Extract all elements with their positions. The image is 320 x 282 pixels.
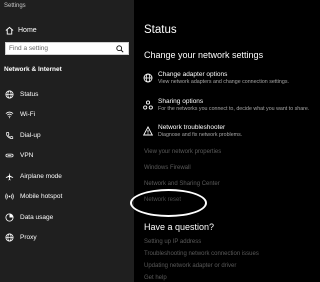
sidebar-item-label: Dial-up	[20, 131, 41, 139]
main-pane: Status Change your network settings Chan…	[134, 0, 320, 282]
wifi-icon	[4, 110, 14, 120]
sidebar-item-proxy[interactable]: Proxy	[0, 228, 134, 249]
option-title: Change adapter options	[158, 71, 228, 78]
sidebar-item-dial-up[interactable]: Dial-up	[0, 125, 134, 146]
app-title: Settings	[4, 3, 26, 9]
search-box	[5, 42, 129, 55]
sidebar-item-label: Data usage	[20, 213, 54, 221]
globe-icon	[4, 233, 14, 243]
sidebar-item-label: Wi-Fi	[20, 111, 36, 119]
help-heading: Have a question?	[144, 222, 215, 232]
adapter-icon	[142, 72, 153, 83]
sidebar-item-airplane-mode[interactable]: Airplane mode	[0, 166, 134, 187]
airplane-icon	[4, 171, 14, 181]
option-title: Network troubleshooter	[158, 124, 226, 131]
globe-icon	[4, 89, 14, 99]
option-description: View network adapters and change connect…	[158, 79, 289, 85]
sidebar-item-label: Mobile hotspot	[20, 193, 63, 201]
search-input[interactable]	[6, 43, 114, 54]
section-heading: Change your network settings	[144, 50, 264, 60]
home-nav-item[interactable]: Home	[4, 23, 130, 37]
sidebar-item-wifi[interactable]: Wi-Fi	[0, 105, 134, 126]
warning-icon	[142, 125, 153, 136]
change-adapter-options[interactable]: Change adapter options View network adap…	[142, 71, 320, 86]
sidebar-item-vpn[interactable]: VPN	[0, 146, 134, 167]
sidebar-item-label: Airplane mode	[20, 172, 62, 180]
page-title: Status	[144, 24, 177, 36]
hotspot-icon	[4, 192, 14, 202]
option-description: Diagnose and fix network problems.	[158, 132, 243, 138]
vpn-icon	[4, 151, 14, 161]
home-icon	[4, 25, 14, 35]
windows-firewall-link[interactable]: Windows Firewall	[144, 165, 191, 171]
view-network-properties-link[interactable]: View your network properties	[144, 149, 221, 155]
sidebar-item-status[interactable]: Status	[0, 84, 134, 105]
option-title: Sharing options	[158, 98, 204, 105]
section-title: Network & Internet	[4, 66, 62, 73]
help-link-troubleshooting[interactable]: Troubleshooting network connection issue…	[144, 251, 259, 257]
network-troubleshooter[interactable]: Network troubleshooter Diagnose and fix …	[142, 124, 320, 139]
search-icon[interactable]	[114, 43, 126, 54]
sidebar-item-label: Status	[20, 90, 39, 98]
phone-icon	[4, 130, 14, 140]
sidebar-item-data-usage[interactable]: Data usage	[0, 207, 134, 228]
data-usage-icon	[4, 212, 14, 222]
help-link-ip-address[interactable]: Setting up IP address	[144, 239, 201, 245]
help-link-get-help[interactable]: Get help	[144, 275, 167, 281]
option-description: For the networks you connect to, decide …	[158, 106, 310, 112]
network-sharing-center-link[interactable]: Network and Sharing Center	[144, 181, 220, 187]
sidebar: Settings Home Network & Internet Status	[0, 0, 134, 282]
sidebar-item-label: VPN	[20, 152, 34, 160]
highlight-circle	[130, 189, 207, 217]
sharing-icon	[142, 99, 153, 110]
sidebar-item-mobile-hotspot[interactable]: Mobile hotspot	[0, 187, 134, 208]
sharing-options[interactable]: Sharing options For the networks you con…	[142, 98, 320, 113]
sidebar-nav: Status Wi-Fi Dial-up VPN Airplane mode M…	[0, 84, 134, 248]
settings-window: Settings Home Network & Internet Status	[0, 0, 320, 282]
sidebar-item-label: Proxy	[20, 234, 37, 242]
home-label: Home	[18, 26, 37, 34]
help-link-adapter-driver[interactable]: Updating network adapter or driver	[144, 263, 236, 269]
